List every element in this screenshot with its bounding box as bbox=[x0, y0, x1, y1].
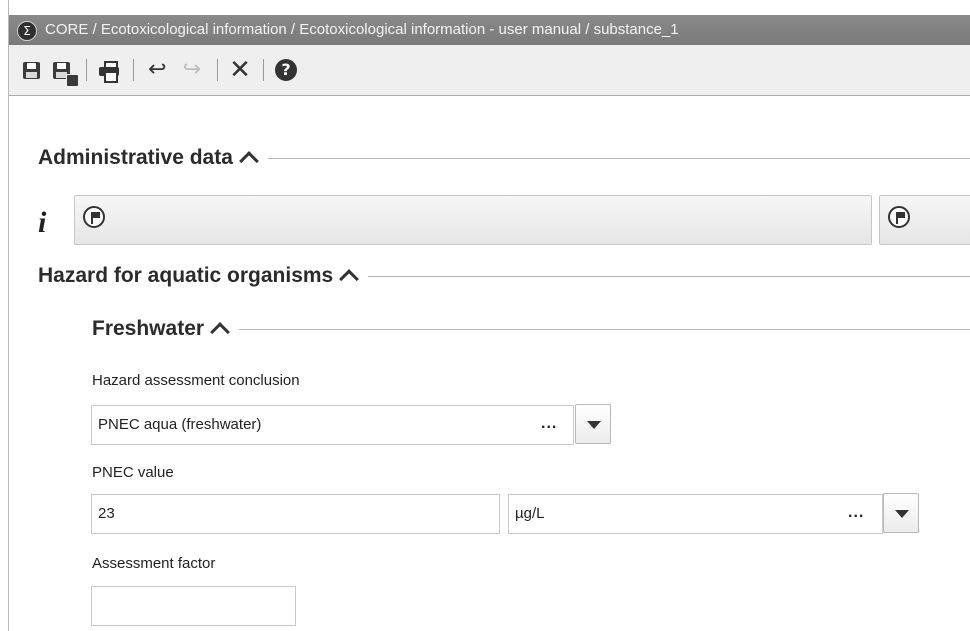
toolbar-separator bbox=[217, 59, 218, 81]
section-divider bbox=[267, 157, 970, 159]
toolbar-separator bbox=[86, 59, 87, 81]
save-as-icon bbox=[52, 61, 79, 87]
pnec-unit: µg/L bbox=[515, 505, 545, 522]
window-title: CORE / Ecotoxicological information / Ec… bbox=[45, 21, 679, 38]
print-icon bbox=[99, 61, 119, 83]
help-icon: ? bbox=[275, 59, 297, 81]
save-as-button[interactable] bbox=[48, 57, 79, 87]
help-button[interactable]: ? bbox=[273, 57, 299, 83]
title-bar: Σ CORE / Ecotoxicological information / … bbox=[9, 15, 970, 45]
toolbar-separator bbox=[133, 59, 134, 81]
flag-icon[interactable] bbox=[83, 206, 105, 228]
sigma-icon: Σ bbox=[17, 21, 37, 41]
redo-icon: ↪ bbox=[182, 57, 202, 82]
conclusion-more-button[interactable]: ... bbox=[541, 415, 557, 433]
undo-icon: ↪ bbox=[147, 57, 167, 82]
info-icon[interactable]: i bbox=[38, 208, 46, 238]
assessment-factor-label: Assessment factor bbox=[92, 555, 216, 572]
section-divider bbox=[368, 275, 970, 277]
pnec-value: 23 bbox=[98, 505, 115, 522]
conclusion-label: Hazard assessment conclusion bbox=[92, 372, 300, 389]
section-hazard-aquatic[interactable]: Hazard for aquatic organisms bbox=[38, 264, 970, 289]
save-button[interactable] bbox=[18, 57, 44, 83]
flag-icon[interactable] bbox=[888, 206, 910, 228]
toolbar: ↪ ↪ ✕ ? bbox=[9, 45, 970, 96]
assessment-factor-input[interactable] bbox=[91, 586, 296, 626]
pnec-unit-dropdown-button[interactable] bbox=[883, 493, 919, 533]
collapse-chevron-icon[interactable] bbox=[238, 151, 259, 171]
section-title: Freshwater bbox=[92, 317, 205, 340]
admin-flags-field-2[interactable] bbox=[879, 195, 970, 245]
section-divider bbox=[239, 328, 970, 330]
undo-button[interactable]: ↪ bbox=[144, 57, 170, 83]
conclusion-value: PNEC aqua (freshwater) bbox=[98, 416, 262, 433]
collapse-chevron-icon[interactable] bbox=[210, 322, 230, 342]
collapse-chevron-icon[interactable] bbox=[339, 269, 360, 289]
toolbar-separator bbox=[263, 59, 264, 81]
conclusion-dropdown-button[interactable] bbox=[575, 404, 611, 444]
close-button[interactable]: ✕ bbox=[227, 57, 253, 83]
section-freshwater[interactable]: Freshwater bbox=[92, 317, 970, 342]
pnec-unit-more-button[interactable]: ... bbox=[848, 504, 864, 522]
conclusion-picklist-field[interactable]: PNEC aqua (freshwater) bbox=[91, 405, 574, 445]
section-title: Hazard for aquatic organisms bbox=[38, 264, 334, 287]
save-icon bbox=[22, 61, 40, 79]
pnec-unit-field[interactable]: µg/L bbox=[508, 494, 883, 534]
close-icon: ✕ bbox=[229, 55, 251, 85]
redo-button[interactable]: ↪ bbox=[179, 57, 205, 83]
pnec-value-input[interactable]: 23 bbox=[91, 494, 500, 534]
admin-flags-field[interactable] bbox=[74, 195, 872, 245]
section-administrative-data[interactable]: Administrative data bbox=[38, 146, 970, 171]
pnec-label: PNEC value bbox=[92, 464, 174, 481]
print-button[interactable] bbox=[96, 57, 122, 83]
section-title: Administrative data bbox=[38, 146, 233, 169]
